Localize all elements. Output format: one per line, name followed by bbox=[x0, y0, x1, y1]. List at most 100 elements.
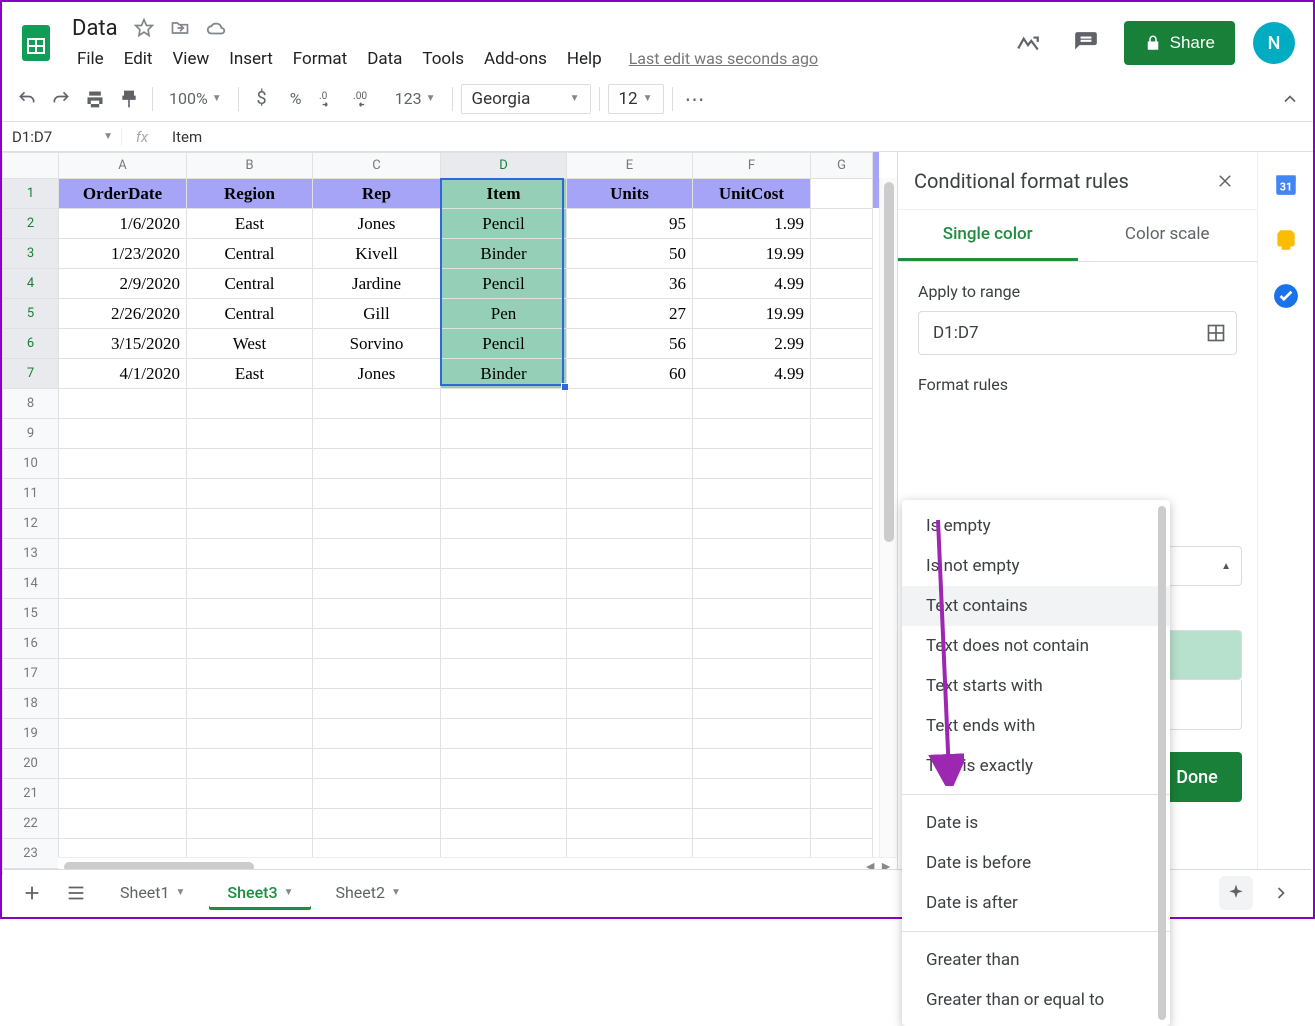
header-cell[interactable]: Item bbox=[441, 179, 567, 209]
cell[interactable] bbox=[811, 179, 873, 209]
cell[interactable]: Binder bbox=[441, 239, 567, 269]
col-header[interactable]: A bbox=[59, 153, 187, 179]
cell[interactable] bbox=[441, 659, 567, 689]
cell[interactable] bbox=[441, 599, 567, 629]
cell[interactable] bbox=[313, 509, 441, 539]
cell[interactable] bbox=[441, 629, 567, 659]
cell[interactable]: Central bbox=[187, 299, 313, 329]
chevron-down-icon[interactable]: ▼ bbox=[284, 887, 294, 898]
cell[interactable] bbox=[187, 779, 313, 809]
cell[interactable]: 2/26/2020 bbox=[59, 299, 187, 329]
cell[interactable] bbox=[693, 419, 811, 449]
cell[interactable] bbox=[441, 509, 567, 539]
cell[interactable] bbox=[811, 569, 873, 599]
cell[interactable]: 1.99 bbox=[693, 209, 811, 239]
cell[interactable] bbox=[811, 599, 873, 629]
cell[interactable] bbox=[187, 719, 313, 749]
cell[interactable] bbox=[693, 539, 811, 569]
cell[interactable] bbox=[567, 719, 693, 749]
cell[interactable] bbox=[187, 479, 313, 509]
header-cell[interactable]: Rep bbox=[313, 179, 441, 209]
cell[interactable]: Sorvino bbox=[313, 329, 441, 359]
cell[interactable] bbox=[441, 539, 567, 569]
cell[interactable] bbox=[693, 389, 811, 419]
cell[interactable]: Jones bbox=[313, 209, 441, 239]
cell[interactable]: Binder bbox=[441, 359, 567, 389]
vertical-scrollbar[interactable] bbox=[879, 178, 897, 857]
cell[interactable] bbox=[187, 629, 313, 659]
cell[interactable] bbox=[313, 449, 441, 479]
cell[interactable] bbox=[811, 449, 873, 479]
cell[interactable] bbox=[811, 269, 873, 299]
menu-data[interactable]: Data bbox=[358, 45, 411, 73]
dropdown-option[interactable]: Text ends with bbox=[902, 706, 1170, 746]
cell[interactable] bbox=[313, 689, 441, 719]
header-cell[interactable]: Region bbox=[187, 179, 313, 209]
cell[interactable] bbox=[567, 389, 693, 419]
cell[interactable] bbox=[187, 749, 313, 779]
cell[interactable] bbox=[567, 449, 693, 479]
cell[interactable] bbox=[441, 719, 567, 749]
share-button[interactable]: Share bbox=[1124, 21, 1235, 65]
print-button[interactable] bbox=[80, 84, 110, 114]
cell[interactable]: 4.99 bbox=[693, 359, 811, 389]
menu-insert[interactable]: Insert bbox=[220, 45, 282, 73]
sheet-tab[interactable]: Sheet3▼ bbox=[209, 875, 311, 910]
cell[interactable] bbox=[441, 389, 567, 419]
cell[interactable] bbox=[567, 509, 693, 539]
cell[interactable] bbox=[59, 689, 187, 719]
dropdown-option[interactable]: Date is before bbox=[902, 843, 1170, 883]
cell[interactable] bbox=[187, 389, 313, 419]
cell[interactable] bbox=[313, 419, 441, 449]
cell[interactable] bbox=[811, 329, 873, 359]
cell[interactable]: Pencil bbox=[441, 269, 567, 299]
row-header[interactable]: 5 bbox=[3, 299, 59, 329]
cell[interactable] bbox=[59, 509, 187, 539]
cell[interactable]: Jardine bbox=[313, 269, 441, 299]
row-header[interactable]: 6 bbox=[3, 329, 59, 359]
row-header[interactable]: 7 bbox=[3, 359, 59, 389]
cell[interactable] bbox=[313, 779, 441, 809]
cell[interactable] bbox=[567, 689, 693, 719]
move-icon[interactable] bbox=[166, 14, 194, 42]
select-range-icon[interactable] bbox=[1206, 323, 1226, 343]
cell[interactable] bbox=[693, 599, 811, 629]
cell[interactable]: East bbox=[187, 359, 313, 389]
row-header[interactable]: 15 bbox=[3, 599, 59, 629]
chevron-down-icon[interactable]: ▼ bbox=[176, 887, 186, 898]
cell[interactable] bbox=[811, 239, 873, 269]
cell[interactable] bbox=[811, 479, 873, 509]
cell[interactable] bbox=[567, 659, 693, 689]
cell[interactable] bbox=[59, 419, 187, 449]
cell[interactable]: Gill bbox=[313, 299, 441, 329]
cell[interactable]: 27 bbox=[567, 299, 693, 329]
sheet-tab[interactable]: Sheet2▼ bbox=[317, 875, 418, 910]
dropdown-option[interactable]: Greater than bbox=[902, 940, 1170, 980]
cell[interactable] bbox=[811, 389, 873, 419]
paint-format-button[interactable] bbox=[114, 84, 144, 114]
cell[interactable]: 4.99 bbox=[693, 269, 811, 299]
cell[interactable] bbox=[811, 539, 873, 569]
cell[interactable]: Kivell bbox=[313, 239, 441, 269]
cell[interactable]: Pen bbox=[441, 299, 567, 329]
cell[interactable] bbox=[811, 749, 873, 779]
explore-button[interactable] bbox=[1219, 876, 1253, 910]
cell[interactable]: 3/15/2020 bbox=[59, 329, 187, 359]
col-header[interactable]: E bbox=[567, 153, 693, 179]
cell[interactable]: 19.99 bbox=[693, 299, 811, 329]
cell[interactable]: 56 bbox=[567, 329, 693, 359]
cell[interactable] bbox=[59, 479, 187, 509]
dropdown-option[interactable]: Text is exactly bbox=[902, 746, 1170, 786]
cell[interactable]: Pencil bbox=[441, 209, 567, 239]
format-currency[interactable]: $ bbox=[247, 84, 277, 114]
cell[interactable]: 2.99 bbox=[693, 329, 811, 359]
last-edit-link[interactable]: Last edit was seconds ago bbox=[629, 49, 818, 68]
cell[interactable] bbox=[693, 449, 811, 479]
cell[interactable]: Central bbox=[187, 239, 313, 269]
cell[interactable] bbox=[693, 809, 811, 839]
menu-view[interactable]: View bbox=[163, 45, 218, 73]
col-header[interactable]: D bbox=[441, 153, 567, 179]
cell[interactable] bbox=[59, 749, 187, 779]
cloud-status-icon[interactable] bbox=[202, 14, 230, 42]
increase-decimal[interactable]: .00 bbox=[349, 84, 383, 114]
